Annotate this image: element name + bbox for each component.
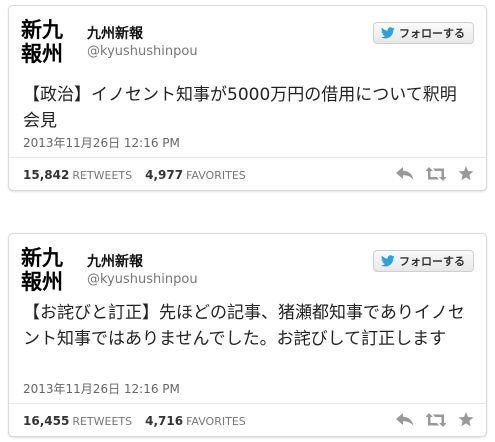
retweet-icon[interactable] [426,412,446,427]
logo-line-1: 新九 [21,17,63,42]
retweet-count: 16,455 [23,414,70,428]
reply-icon[interactable] [396,412,414,427]
tweet-text: 【政治】イノセント知事が5000万円の借用について釈明会見 [23,85,457,131]
tweet-timestamp[interactable]: 2013年11月26日 12:16 PM [23,380,180,397]
favorite-count: 4,716 [145,414,184,428]
favorite-count-link[interactable]: 4,977 FAVORITES [145,168,246,182]
retweet-count-label: RETWEETS [72,169,133,182]
newspaper-logo[interactable]: 新九 報州 [21,246,79,296]
divider [9,157,486,158]
favorite-count: 4,977 [145,168,184,182]
logo-line-2: 報州 [21,41,63,66]
tweet-actions [396,166,474,181]
tweet-card: 新九 報州 九州新報 @kyushushinpou フォローする 【政治】イノセ… [8,5,487,191]
follow-button[interactable]: フォローする [373,22,474,44]
tweet-timestamp[interactable]: 2013年11月26日 12:16 PM [23,134,180,151]
divider [9,403,486,404]
account-handle[interactable]: @kyushushinpou [87,272,198,287]
tweet-stats: 15,842 RETWEETS 4,977 FAVORITES [23,168,246,182]
tweet-card: 新九 報州 九州新報 @kyushushinpou フォローする 【お詫びと訂正… [8,233,487,437]
twitter-bird-icon [381,255,395,267]
favorite-count-label: FAVORITES [186,169,246,182]
retweet-count-label: RETWEETS [72,415,133,428]
favorite-count-label: FAVORITES [186,415,246,428]
follow-button-label: フォローする [399,255,465,268]
retweet-count-link[interactable]: 15,842 RETWEETS [23,168,133,182]
newspaper-logo[interactable]: 新九 報州 [21,18,79,68]
retweet-icon[interactable] [426,166,446,181]
logo-line-2: 報州 [21,269,63,294]
reply-icon[interactable] [396,166,414,181]
account-handle[interactable]: @kyushushinpou [87,44,198,59]
retweet-count: 15,842 [23,168,70,182]
account-name[interactable]: 九州新報 [87,251,143,271]
logo-line-1: 新九 [21,245,63,270]
tweet-actions [396,412,474,427]
star-icon[interactable] [458,166,474,181]
retweet-count-link[interactable]: 16,455 RETWEETS [23,414,133,428]
star-icon[interactable] [458,412,474,427]
follow-button[interactable]: フォローする [373,250,474,272]
tweet-stats: 16,455 RETWEETS 4,716 FAVORITES [23,414,246,428]
follow-button-label: フォローする [399,27,465,40]
account-name[interactable]: 九州新報 [87,23,143,43]
favorite-count-link[interactable]: 4,716 FAVORITES [145,414,246,428]
twitter-bird-icon [381,27,395,39]
tweet-text: 【お詫びと訂正】先ほどの記事、猪瀬都知事でありイノセント知事ではありませんでした… [23,303,465,349]
